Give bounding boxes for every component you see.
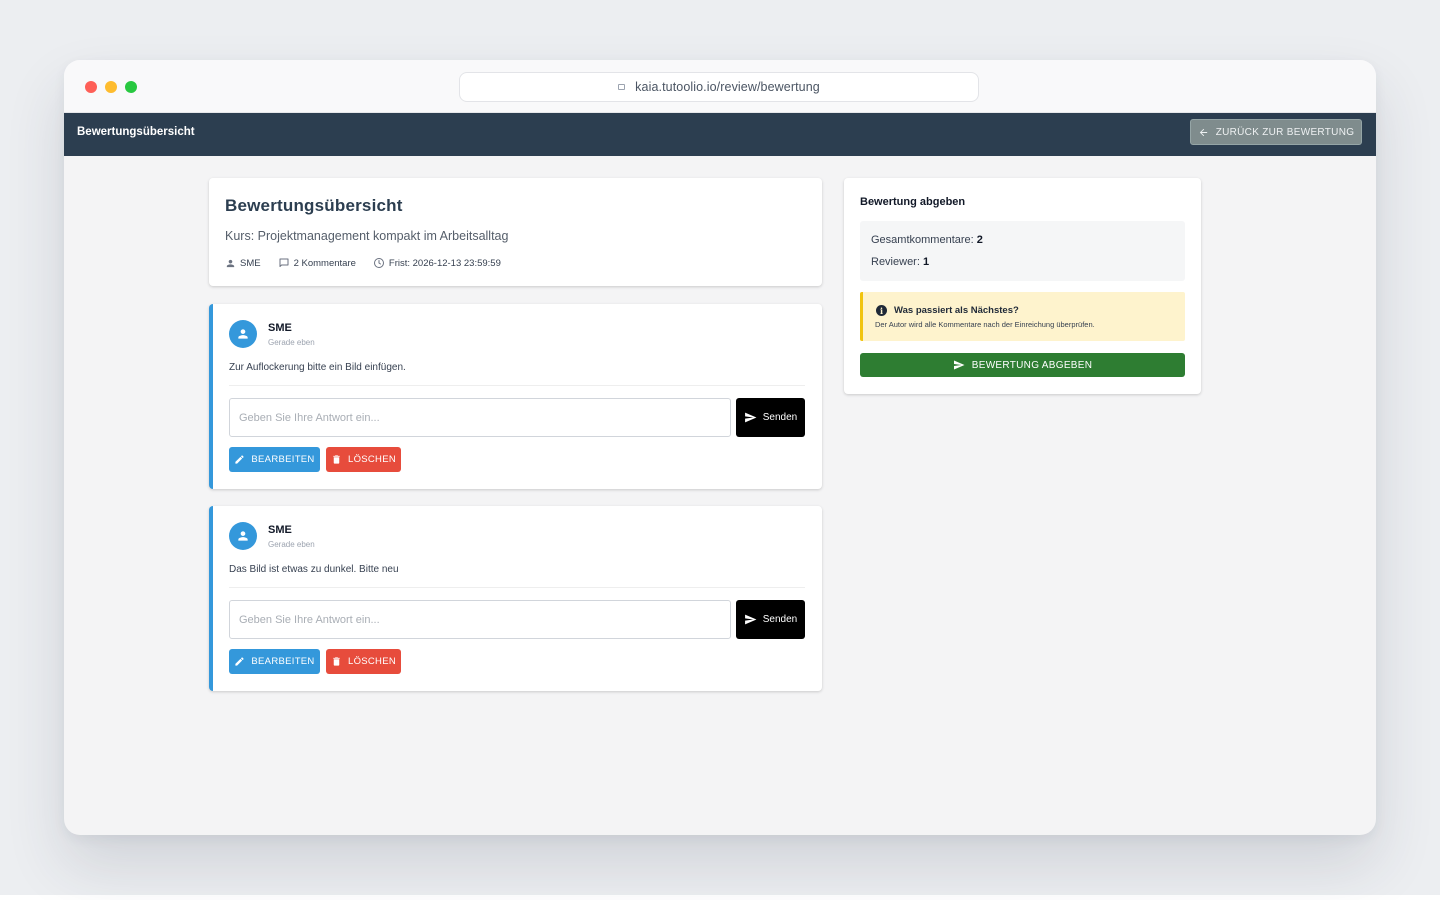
trash-icon <box>333 455 340 464</box>
trash-icon <box>333 657 340 666</box>
review-stats: Gesamtkommentare: 2 Reviewer: 1 <box>860 221 1185 281</box>
browser-titlebar: kaia.tutoolio.io/review/bewertung <box>64 60 1376 113</box>
reply-input[interactable] <box>229 600 731 639</box>
send-reply-button[interactable]: Senden <box>736 398 805 437</box>
next-steps-title: Was passiert als Nächstes? <box>894 305 1019 316</box>
avatar <box>229 320 257 348</box>
meta-deadline-label: Frist: 2026-12-13 23:59:59 <box>388 257 501 269</box>
reply-input[interactable] <box>229 398 731 437</box>
browser-window: kaia.tutoolio.io/review/bewertung Bewert… <box>64 60 1376 835</box>
comment-text: Zur Auflockerung bitte ein Bild einfügen… <box>229 362 406 373</box>
comment-text: Das Bild ist etwas zu dunkel. Bitte neu <box>229 564 399 575</box>
comment-card: SME Gerade eben Das Bild ist etwas zu du… <box>209 506 822 691</box>
address-bar[interactable]: kaia.tutoolio.io/review/bewertung <box>459 72 979 102</box>
avatar <box>229 522 257 550</box>
page-bottom-strip <box>0 895 1440 900</box>
delete-label: LÖSCHEN <box>347 656 397 667</box>
overview-card: Bewertungsübersicht Kurs: Projektmanagem… <box>209 178 822 286</box>
reviewer-value: 1 <box>922 256 930 268</box>
send-icon <box>744 614 757 625</box>
comment-card: SME Gerade eben Zur Auflockerung bitte e… <box>209 304 822 489</box>
meta-user-label: SME <box>240 257 261 269</box>
clock-icon <box>373 258 384 268</box>
delete-comment-button[interactable]: LÖSCHEN <box>326 447 401 472</box>
app-title: Bewertungsübersicht <box>77 126 195 138</box>
window-minimize-dot[interactable] <box>105 81 117 93</box>
page-icon <box>618 84 626 90</box>
arrow-left-icon <box>1199 128 1207 136</box>
window-close-dot[interactable] <box>85 81 97 93</box>
back-to-review-label: ZURÜCK ZUR BEWERTUNG <box>1215 126 1355 138</box>
meta-user: SME <box>225 258 261 269</box>
edit-comment-button[interactable]: BEARBEITEN <box>229 447 320 472</box>
meta-comments: 2 Kommentare <box>278 257 356 269</box>
send-label: Senden <box>762 614 798 625</box>
window-maximize-dot[interactable] <box>125 81 137 93</box>
person-icon <box>238 531 248 541</box>
comment-author: SME <box>268 524 292 536</box>
send-icon <box>744 412 757 423</box>
pencil-icon <box>235 657 245 666</box>
overview-meta: SME 2 Kommentare Frist: 2026-12-13 23:59… <box>225 257 518 269</box>
back-to-review-button[interactable]: ZURÜCK ZUR BEWERTUNG <box>1190 119 1362 145</box>
meta-comments-label: 2 Kommentare <box>293 257 356 269</box>
page-title: Bewertungsübersicht <box>225 196 403 215</box>
comment-time: Gerade eben <box>268 540 315 549</box>
comment-time: Gerade eben <box>268 338 315 347</box>
reviewer-stat: Reviewer: 1 <box>871 256 929 268</box>
comment-author: SME <box>268 322 292 334</box>
chat-bubble-icon <box>279 258 289 267</box>
delete-comment-button[interactable]: LÖSCHEN <box>326 649 401 674</box>
send-reply-button[interactable]: Senden <box>736 600 805 639</box>
info-icon: i <box>876 305 887 316</box>
next-steps-notice: i Was passiert als Nächstes? Der Autor w… <box>860 292 1185 341</box>
send-label: Senden <box>762 412 798 423</box>
total-comments-stat: Gesamtkommentare: 2 <box>871 234 983 246</box>
edit-label: BEARBEITEN <box>251 656 315 667</box>
total-comments-value: 2 <box>976 234 983 246</box>
comment-divider <box>229 587 805 588</box>
send-icon <box>953 360 965 370</box>
submit-review-card: Bewertung abgeben Gesamtkommentare: 2 Re… <box>844 178 1201 394</box>
edit-label: BEARBEITEN <box>251 454 315 465</box>
submit-review-button[interactable]: BEWERTUNG ABGEBEN <box>860 353 1185 377</box>
comment-divider <box>229 385 805 386</box>
meta-deadline: Frist: 2026-12-13 23:59:59 <box>373 257 501 269</box>
total-comments-label: Gesamtkommentare: <box>871 234 974 246</box>
submit-review-title: Bewertung abgeben <box>860 196 966 208</box>
app-header: Bewertungsübersicht ZURÜCK ZUR BEWERTUNG <box>64 113 1376 156</box>
delete-label: LÖSCHEN <box>347 454 397 465</box>
person-icon <box>238 329 248 339</box>
person-icon <box>226 259 235 267</box>
next-steps-text: Der Autor wird alle Kommentare nach der … <box>875 320 1095 329</box>
reviewer-label: Reviewer: <box>871 256 920 268</box>
address-url: kaia.tutoolio.io/review/bewertung <box>635 80 820 94</box>
course-name: Kurs: Projektmanagement kompakt im Arbei… <box>225 229 509 243</box>
edit-comment-button[interactable]: BEARBEITEN <box>229 649 320 674</box>
pencil-icon <box>235 455 245 464</box>
submit-review-label: BEWERTUNG ABGEBEN <box>971 359 1093 371</box>
